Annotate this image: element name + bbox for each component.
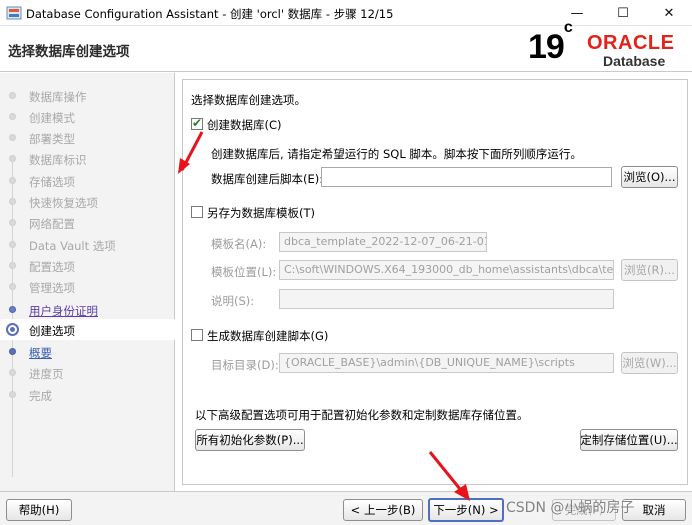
scripts-dest-browse-button[interactable]: 浏览(W)... bbox=[621, 352, 678, 374]
template-name-input[interactable]: dbca_template_2022-12-07_06-21-01PM bbox=[279, 232, 487, 252]
sidebar-step-8: Data Vault 选项 bbox=[0, 234, 175, 255]
sidebar-step-label: 数据库操作 bbox=[29, 90, 87, 104]
step-indicator-icon bbox=[9, 348, 16, 355]
sidebar-step-15: 完成 bbox=[0, 384, 175, 405]
save-template-checkbox[interactable] bbox=[191, 206, 203, 218]
step-indicator-icon bbox=[9, 92, 16, 99]
sidebar-step-label: 数据库标识 bbox=[29, 153, 87, 167]
sidebar-step-9: 配置选项 bbox=[0, 255, 175, 276]
window-title: Database Configuration Assistant - 创建 'o… bbox=[26, 7, 394, 21]
page-title: 选择数据库创建选项 bbox=[8, 44, 130, 60]
sidebar-step-label: 部署类型 bbox=[29, 132, 75, 146]
sidebar-step-label: 创建选项 bbox=[29, 324, 75, 338]
step-indicator-icon bbox=[9, 113, 16, 120]
options-panel: 选择数据库创建选项。 创建数据库(C) 创建数据库后, 请指定希望运行的 SQL… bbox=[182, 79, 688, 485]
back-button[interactable]: < 上一步(B) bbox=[343, 499, 423, 521]
close-button[interactable]: ✕ bbox=[646, 0, 692, 26]
sidebar-step-6: 快速恢复选项 bbox=[0, 191, 175, 212]
watermark-text: CSDN @小蜗的房子 bbox=[506, 500, 635, 516]
wizard-steps-sidebar: 数据库操作创建模式部署类型数据库标识存储选项快速恢复选项 网络配置 Data Vau… bbox=[0, 73, 175, 491]
scripts-dest-label: 目标目录(D): bbox=[211, 358, 279, 372]
page-header: 选择数据库创建选项 19c ORACLE Database bbox=[0, 18, 692, 72]
sidebar-step-12: 创建选项 bbox=[0, 319, 175, 340]
step-indicator-icon bbox=[9, 155, 16, 162]
template-location-browse-button[interactable]: 浏览(R)... bbox=[621, 259, 678, 281]
sidebar-step-label: Data Vault 选项 bbox=[29, 239, 116, 253]
sidebar-step-3: 部署类型 bbox=[0, 127, 175, 148]
sidebar-step-label: 完成 bbox=[29, 389, 52, 403]
step-indicator-icon bbox=[9, 177, 16, 184]
step-indicator-icon bbox=[9, 219, 16, 226]
window-titlebar: Database Configuration Assistant - 创建 'o… bbox=[0, 0, 692, 26]
sidebar-step-label: 创建模式 bbox=[29, 111, 75, 125]
sidebar-step-label: 快速恢复选项 bbox=[29, 196, 98, 210]
template-desc-input[interactable] bbox=[279, 289, 614, 309]
help-button[interactable]: 帮助(H) bbox=[6, 499, 72, 521]
close-icon: ✕ bbox=[663, 5, 675, 21]
sidebar-step-label: 用户身份证明 bbox=[29, 304, 98, 318]
intro-text: 选择数据库创建选项。 bbox=[191, 93, 306, 107]
post-script-input[interactable] bbox=[321, 167, 612, 187]
logo-version: 19c bbox=[528, 18, 573, 66]
gen-scripts-checkbox[interactable] bbox=[191, 329, 203, 341]
step-indicator-icon bbox=[9, 241, 16, 248]
sidebar-step-label: 概要 bbox=[29, 346, 52, 360]
scripts-dest-input[interactable]: {ORACLE_BASE}\admin\{DB_UNIQUE_NAME}\scr… bbox=[279, 353, 614, 373]
sidebar-step-label: 进度页 bbox=[29, 367, 64, 381]
sidebar-step-10: 管理选项 bbox=[0, 276, 175, 297]
template-location-label: 模板位置(L): bbox=[211, 265, 277, 279]
sidebar-step-label: 网络配置 bbox=[29, 217, 75, 231]
main-panel: 选择数据库创建选项。 创建数据库(C) 创建数据库后, 请指定希望运行的 SQL… bbox=[176, 73, 692, 491]
step-indicator-icon bbox=[9, 262, 16, 269]
step-indicator-icon bbox=[9, 198, 16, 205]
sidebar-step-14: 进度页 bbox=[0, 362, 175, 383]
minimize-button[interactable]: — bbox=[554, 0, 600, 26]
sidebar-step-11[interactable]: 用户身份证明 bbox=[0, 299, 175, 320]
sidebar-step-1: 数据库操作 bbox=[0, 85, 175, 106]
create-db-description: 创建数据库后, 请指定希望运行的 SQL 脚本。脚本按下面所列顺序运行。 bbox=[211, 147, 582, 161]
gen-scripts-label[interactable]: 生成数据库创建脚本(G) bbox=[207, 328, 328, 344]
app-icon bbox=[6, 6, 22, 20]
minimize-icon: — bbox=[570, 5, 584, 21]
logo-product: Database bbox=[603, 53, 666, 69]
save-template-label[interactable]: 另存为数据库模板(T) bbox=[207, 205, 315, 221]
maximize-button[interactable]: ☐ bbox=[600, 0, 646, 26]
custom-storage-button[interactable]: 定制存储位置(U)... bbox=[580, 429, 678, 451]
post-script-browse-button[interactable]: 浏览(O)... bbox=[621, 166, 678, 188]
post-script-label: 数据库创建后脚本(E): bbox=[211, 172, 324, 186]
sidebar-step-4: 数据库标识 bbox=[0, 148, 175, 169]
advanced-note: 以下高级配置选项可用于配置初始化参数和定制数据库存储位置。 bbox=[195, 408, 529, 422]
sidebar-step-label: 存储选项 bbox=[29, 175, 75, 189]
all-init-params-button[interactable]: 所有初始化参数(P)... bbox=[195, 429, 305, 451]
template-desc-label: 说明(S): bbox=[211, 294, 255, 308]
step-indicator-icon bbox=[6, 323, 19, 336]
template-name-label: 模板名(A): bbox=[211, 237, 267, 251]
sidebar-step-13[interactable]: 概要 bbox=[0, 341, 175, 362]
sidebar-step-5: 存储选项 bbox=[0, 170, 175, 191]
maximize-icon: ☐ bbox=[617, 5, 629, 21]
step-indicator-icon bbox=[9, 391, 16, 398]
template-location-input[interactable]: C:\soft\WINDOWS.X64_193000_db_home\assis… bbox=[279, 260, 614, 280]
sidebar-step-label: 管理选项 bbox=[29, 281, 75, 295]
logo-brand: ORACLE bbox=[587, 32, 675, 54]
create-db-label[interactable]: 创建数据库(C) bbox=[207, 117, 282, 133]
sidebar-step-7: 网络配置 bbox=[0, 212, 175, 233]
step-indicator-icon bbox=[9, 369, 16, 376]
next-button[interactable]: 下一步(N) > bbox=[428, 498, 504, 522]
step-indicator-icon bbox=[9, 283, 16, 290]
step-indicator-icon bbox=[9, 306, 16, 313]
step-indicator-icon bbox=[9, 134, 16, 141]
create-db-checkbox[interactable] bbox=[191, 116, 203, 130]
sidebar-step-2: 创建模式 bbox=[0, 106, 175, 127]
sidebar-step-label: 配置选项 bbox=[29, 260, 75, 274]
